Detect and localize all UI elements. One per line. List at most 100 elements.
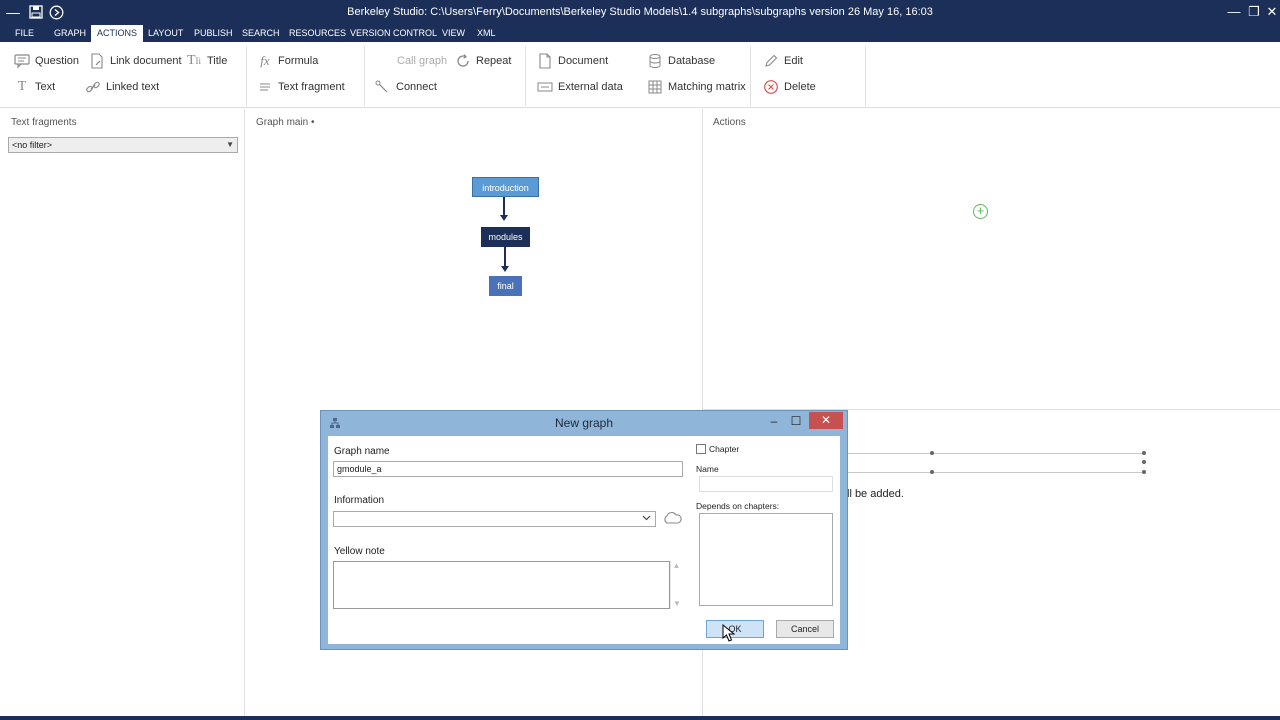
graph-node-final[interactable]: final: [489, 276, 522, 296]
external-data-button[interactable]: External data: [537, 78, 623, 96]
graph-node-modules[interactable]: modules: [481, 227, 530, 247]
tab-view[interactable]: VIEW: [436, 25, 471, 42]
connect-button[interactable]: Connect: [375, 78, 437, 96]
call-graph-button[interactable]: Call graph: [397, 52, 447, 70]
edit-button[interactable]: Edit: [763, 52, 803, 70]
graph-name-label: Graph name: [334, 446, 390, 457]
connect-icon: [375, 79, 391, 95]
dialog-close-button[interactable]: ✕: [809, 412, 843, 429]
question-button[interactable]: Question: [14, 52, 79, 70]
mouse-cursor-icon: [722, 624, 736, 642]
tab-actions[interactable]: ACTIONS: [91, 25, 144, 42]
information-select[interactable]: [333, 511, 656, 527]
depends-label: Depends on chapters:: [696, 501, 780, 511]
minimize-button[interactable]: —: [1224, 2, 1244, 22]
background-text: ll be added.: [847, 488, 904, 500]
handle-dot: [930, 470, 934, 474]
cancel-button[interactable]: Cancel: [776, 620, 834, 638]
arrowhead-icon: [501, 266, 509, 272]
title-bar: — Berkeley Studio: C:\Users\Ferry\Docume…: [0, 0, 1280, 25]
tab-xml[interactable]: XML: [471, 25, 502, 42]
tab-resources[interactable]: RESOURCES: [283, 25, 352, 42]
title-icon: TIi: [186, 53, 202, 68]
graph-node-introduction[interactable]: introduction: [472, 177, 539, 197]
link-document-label: Link document: [110, 55, 182, 67]
tab-file[interactable]: FILE: [9, 25, 40, 42]
title-button[interactable]: TIi Title: [186, 52, 227, 70]
depends-on-chapters-list[interactable]: [699, 513, 833, 606]
divider: [847, 472, 1145, 473]
speech-bubble-icon: [14, 53, 30, 69]
information-value: [334, 513, 337, 523]
ribbon-separator: [750, 46, 751, 106]
ribbon-separator: [525, 46, 526, 106]
tab-search[interactable]: SEARCH: [236, 25, 286, 42]
ribbon: Question Link document TIi Title T Text …: [0, 42, 1280, 108]
scrollbar[interactable]: ▲ ▼: [670, 561, 682, 609]
delete-x-circle-icon: [763, 79, 779, 95]
linked-text-label: Linked text: [106, 81, 160, 93]
document-button[interactable]: Document: [537, 52, 608, 70]
text-fragment-button[interactable]: Text fragment: [257, 78, 345, 96]
tab-publish[interactable]: PUBLISH: [188, 25, 239, 42]
scroll-down-icon[interactable]: ▼: [671, 599, 683, 609]
linked-text-button[interactable]: Linked text: [85, 78, 159, 96]
panel-title: Graph main •: [256, 117, 315, 128]
panel-title: Actions: [713, 117, 746, 128]
arrowhead-icon: [500, 215, 508, 221]
chapter-checkbox[interactable]: [696, 444, 706, 454]
delete-label: Delete: [784, 81, 816, 93]
restore-button[interactable]: ❐: [1244, 2, 1264, 22]
yellow-note-label: Yellow note: [334, 546, 385, 557]
connect-label: Connect: [396, 81, 437, 93]
handle-dot: [1142, 470, 1146, 474]
text-fragments-panel: Text fragments <no filter> ▼: [0, 109, 245, 716]
formula-button[interactable]: fx Formula: [257, 52, 318, 70]
lines-icon: [257, 79, 273, 95]
formula-fx-icon: fx: [260, 53, 270, 68]
name-input[interactable]: [699, 476, 833, 492]
name-label: Name: [696, 464, 719, 474]
text-button[interactable]: T Text: [14, 78, 55, 96]
matrix-grid-icon: [647, 79, 663, 95]
ribbon-separator: [364, 46, 365, 106]
link-document-icon: [89, 53, 105, 69]
dialog-body: Graph name gmodule_a Information Yellow …: [328, 436, 840, 644]
scroll-up-icon[interactable]: ▲: [671, 561, 682, 571]
close-button[interactable]: ✕: [1262, 2, 1280, 22]
dialog-maximize-button[interactable]: ☐: [785, 413, 807, 429]
delete-button[interactable]: Delete: [763, 78, 816, 96]
tab-graph[interactable]: GRAPH: [48, 25, 92, 42]
tab-layout[interactable]: LAYOUT: [142, 25, 189, 42]
filter-select[interactable]: <no filter> ▼: [8, 137, 238, 153]
bottom-bar: [0, 716, 1280, 720]
add-plus-icon[interactable]: +: [973, 204, 988, 219]
link-document-button[interactable]: Link document: [89, 52, 182, 70]
text-label: Text: [35, 81, 56, 93]
chapter-label: Chapter: [709, 444, 740, 454]
chain-link-icon: [85, 79, 101, 95]
repeat-label: Repeat: [476, 55, 512, 67]
information-label: Information: [334, 495, 385, 506]
call-graph-label: Call graph: [397, 55, 448, 67]
filter-value: <no filter>: [12, 140, 53, 150]
ribbon-separator: [246, 46, 247, 106]
yellow-note-textarea[interactable]: [333, 561, 670, 609]
handle-dot: [1142, 460, 1146, 464]
actions-panel: Actions: [703, 109, 1280, 410]
question-label: Question: [35, 55, 80, 67]
cloud-icon[interactable]: [662, 511, 682, 528]
text-fragment-label: Text fragment: [278, 81, 345, 93]
handle-dot: [930, 451, 934, 455]
tab-version-control[interactable]: VERSION CONTROL: [344, 25, 443, 42]
graph-edge: [504, 247, 506, 266]
dialog-minimize-button[interactable]: –: [763, 413, 785, 429]
repeat-button[interactable]: Repeat: [455, 52, 511, 70]
database-button[interactable]: Database: [647, 52, 715, 70]
formula-label: Formula: [278, 55, 319, 67]
external-data-icon: [537, 79, 553, 95]
matching-matrix-button[interactable]: Matching matrix: [647, 78, 746, 96]
matching-matrix-label: Matching matrix: [668, 81, 746, 93]
graph-name-input[interactable]: gmodule_a: [333, 461, 683, 477]
title-label: Title: [207, 55, 228, 67]
